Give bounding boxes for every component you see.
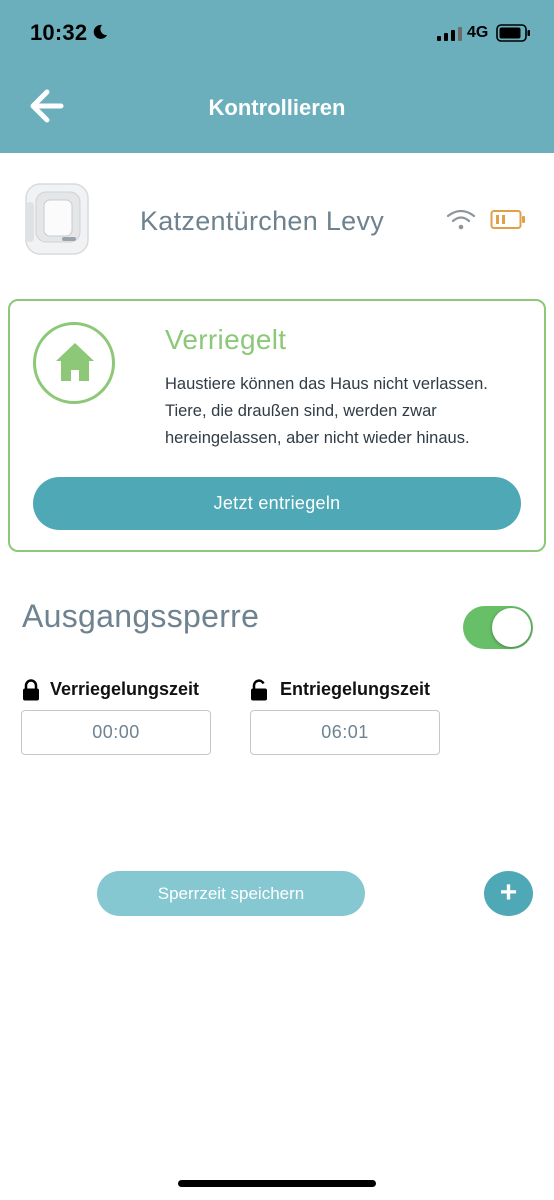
lock-closed-icon <box>23 679 39 701</box>
lock-status-card: Verriegelt Haustiere können das Haus nic… <box>8 299 546 552</box>
unlock-now-button[interactable]: Jetzt entriegeln <box>33 477 521 530</box>
page-title: Kontrollieren <box>208 95 346 120</box>
status-time: 10:32 <box>30 20 88 45</box>
home-status-badge <box>33 322 115 404</box>
unlock-time-field[interactable]: 06:01 <box>250 710 440 755</box>
cellular-signal-icon <box>437 27 462 41</box>
wifi-icon <box>446 209 476 230</box>
add-curfew-button[interactable]: + <box>484 871 533 916</box>
moon-icon <box>93 24 107 39</box>
toggle-knob <box>492 608 531 647</box>
status-description-line: hereingelassen, aber nicht wieder hinaus… <box>165 429 470 447</box>
status-description: Haustiere können das Haus nicht verlasse… <box>165 371 535 452</box>
curfew-title: Ausgangssperre <box>22 598 260 634</box>
lock-time-label: Verriegelungszeit <box>50 679 200 699</box>
status-description-line: Haustiere können das Haus nicht verlasse… <box>165 375 488 393</box>
lock-time-field[interactable]: 00:00 <box>21 710 211 755</box>
battery-status-icon <box>496 24 530 42</box>
unlock-time-label: Entriegelungszeit <box>280 679 431 699</box>
status-title: Verriegelt <box>165 324 287 355</box>
battery-low-icon <box>490 210 525 229</box>
header-bar: 10:32 4G Kontrollieren <box>0 0 554 153</box>
screen: 10:32 4G Kontrollieren Katzentürchen Lev… <box>0 0 554 1200</box>
device-name: Katzentürchen Levy <box>140 206 385 236</box>
home-indicator[interactable] <box>178 1180 376 1187</box>
network-type: 4G <box>467 24 489 41</box>
save-curfew-button[interactable]: Sperrzeit speichern <box>97 871 365 916</box>
lock-open-icon <box>251 679 267 701</box>
cat-flap-image <box>25 183 89 255</box>
home-icon <box>56 343 94 381</box>
curfew-toggle[interactable] <box>463 606 533 649</box>
status-description-line: Tiere, die draußen sind, werden zwar <box>165 402 437 420</box>
